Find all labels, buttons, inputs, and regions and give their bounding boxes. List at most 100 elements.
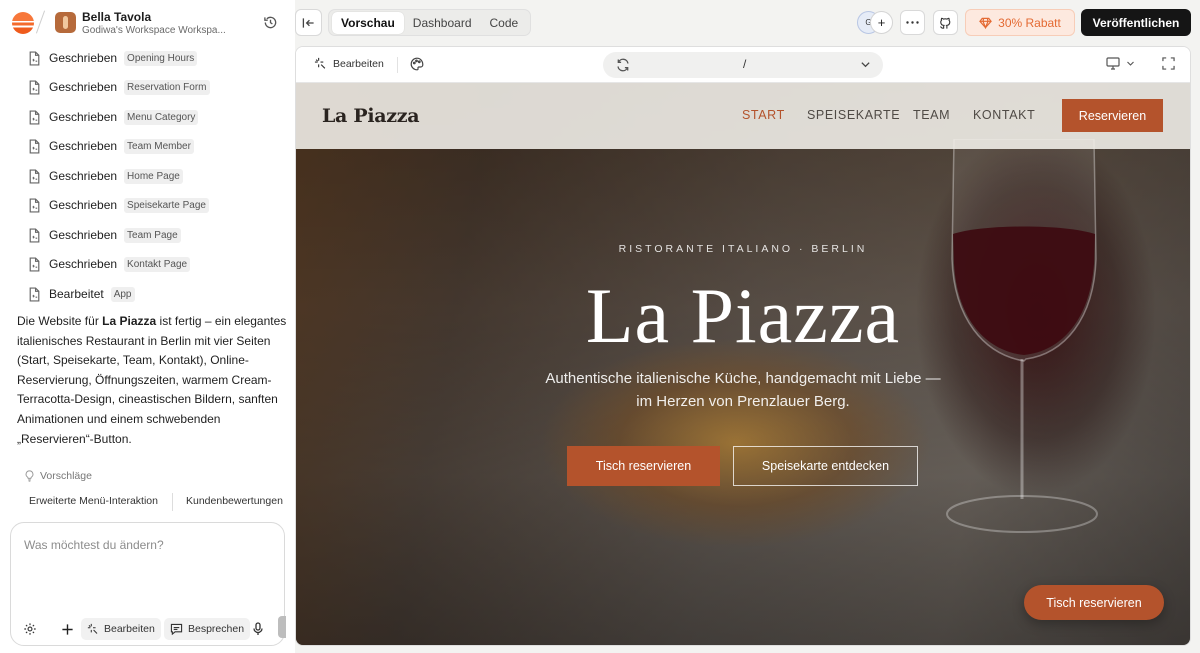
nav-kontakt[interactable]: KONTAKT bbox=[973, 108, 1035, 122]
hero-kicker: RISTORANTE ITALIANO · BERLIN bbox=[618, 243, 868, 255]
collapse-panel-button[interactable] bbox=[295, 9, 322, 36]
github-button[interactable] bbox=[933, 10, 958, 35]
file-change-item[interactable]: Geschrieben Speisekarte Page bbox=[28, 194, 209, 216]
site-navbar: La Piazza START SPEISEKARTE TEAM KONTAKT… bbox=[296, 83, 1190, 149]
project-avatar[interactable] bbox=[55, 12, 76, 33]
app-logo-icon[interactable] bbox=[12, 12, 34, 34]
nav-team[interactable]: TEAM bbox=[913, 108, 950, 122]
file-status: Bearbeitet bbox=[49, 287, 104, 301]
file-name-tag: App bbox=[110, 286, 135, 302]
divider bbox=[172, 493, 173, 511]
file-change-item[interactable]: Geschrieben Home Page bbox=[28, 165, 183, 187]
suggestion-chip[interactable]: Kundenbewertungen bbox=[186, 495, 283, 507]
tab-preview[interactable]: Vorschau bbox=[332, 11, 404, 34]
tab-dashboard[interactable]: Dashboard bbox=[404, 12, 481, 34]
file-name-tag: Team Page bbox=[124, 227, 181, 243]
breadcrumb-separator bbox=[35, 10, 46, 34]
bulb-icon bbox=[25, 470, 34, 482]
nav-start[interactable]: START bbox=[742, 108, 785, 122]
message-input[interactable] bbox=[24, 538, 264, 552]
project-title[interactable]: Bella Tavola bbox=[82, 10, 151, 24]
file-status: Geschrieben bbox=[49, 198, 118, 212]
visual-edit-button[interactable]: Bearbeiten bbox=[314, 57, 384, 70]
refresh-icon[interactable] bbox=[616, 58, 630, 72]
file-icon bbox=[29, 109, 40, 125]
edit-mode-button[interactable]: Bearbeiten bbox=[81, 618, 161, 640]
hero-title: La Piazza bbox=[585, 272, 901, 359]
gem-icon bbox=[979, 17, 992, 29]
top-bar: Vorschau Dashboard Code G + 30% Rabatt V… bbox=[295, 0, 1200, 46]
reserve-button[interactable]: Reservieren bbox=[1062, 99, 1163, 132]
file-change-item[interactable]: Geschrieben Reservation Form bbox=[28, 76, 210, 98]
send-button[interactable] bbox=[278, 616, 286, 638]
file-icon bbox=[29, 138, 40, 154]
file-change-item[interactable]: Geschrieben Kontakt Page bbox=[28, 253, 191, 275]
settings-button[interactable] bbox=[23, 618, 42, 640]
floating-reserve-button[interactable]: Tisch reservieren bbox=[1024, 585, 1164, 620]
file-status: Geschrieben bbox=[49, 228, 118, 242]
preview-frame: Bearbeiten / La Piazza START SPEISEKARTE… bbox=[295, 46, 1191, 646]
nav-speisekarte[interactable]: SPEISEKARTE bbox=[807, 108, 900, 122]
file-status: Geschrieben bbox=[49, 169, 118, 183]
suggestion-chip[interactable]: Erweiterte Menü-Interaktion bbox=[29, 495, 158, 507]
book-table-button[interactable]: Tisch reservieren bbox=[567, 446, 720, 486]
chat-panel: Bella Tavola Godiwa's Workspace Workspa.… bbox=[0, 0, 295, 653]
sparkle-icon bbox=[314, 57, 326, 69]
summary-brand: La Piazza bbox=[102, 314, 157, 328]
publish-button[interactable]: Veröffentlichen bbox=[1081, 9, 1191, 36]
collapse-panel-icon bbox=[302, 17, 314, 28]
file-change-item[interactable]: Geschrieben Team Member bbox=[28, 135, 194, 157]
collaborators[interactable]: G + bbox=[857, 11, 893, 34]
file-name-tag: Team Member bbox=[124, 138, 194, 154]
file-status: Geschrieben bbox=[49, 257, 118, 271]
chevron-down-icon[interactable] bbox=[860, 59, 871, 70]
chat-icon bbox=[170, 623, 183, 635]
settings-icon bbox=[24, 623, 36, 635]
composer: Bearbeiten Besprechen bbox=[10, 522, 286, 646]
file-icon bbox=[29, 168, 40, 184]
file-name-tag: Opening Hours bbox=[124, 50, 198, 66]
file-icon bbox=[29, 227, 40, 243]
site-brand[interactable]: La Piazza bbox=[322, 105, 420, 127]
mic-icon bbox=[253, 622, 263, 635]
file-name-tag: Reservation Form bbox=[124, 79, 210, 95]
file-name-tag: Home Page bbox=[124, 168, 183, 184]
fullscreen-icon[interactable] bbox=[1162, 57, 1175, 70]
file-change-item[interactable]: Geschrieben Menu Category bbox=[28, 106, 199, 128]
file-icon bbox=[29, 79, 40, 95]
assistant-summary: Die Website für La Piazza ist fertig – e… bbox=[17, 314, 287, 446]
invite-button[interactable]: + bbox=[870, 11, 893, 34]
github-icon bbox=[940, 17, 951, 29]
file-change-item[interactable]: Bearbeitet App bbox=[28, 283, 135, 305]
file-status: Geschrieben bbox=[49, 110, 118, 124]
file-change-item[interactable]: Geschrieben Team Page bbox=[28, 224, 181, 246]
add-button[interactable] bbox=[61, 618, 79, 640]
file-icon bbox=[29, 286, 40, 302]
url-bar[interactable]: / bbox=[603, 52, 883, 78]
explore-menu-button[interactable]: Speisekarte entdecken bbox=[733, 446, 918, 486]
tab-code[interactable]: Code bbox=[481, 12, 528, 34]
more-icon bbox=[906, 21, 919, 24]
file-change-item[interactable]: Geschrieben Opening Hours bbox=[28, 47, 198, 69]
chevron-down-icon bbox=[1127, 61, 1134, 66]
file-name-tag: Speisekarte Page bbox=[124, 197, 209, 213]
file-name-tag: Menu Category bbox=[124, 109, 199, 125]
file-icon bbox=[29, 256, 40, 272]
preview-toolbar: Bearbeiten / bbox=[296, 47, 1190, 83]
project-header: Bella Tavola Godiwa's Workspace Workspa.… bbox=[0, 0, 295, 46]
voice-input-button[interactable] bbox=[252, 618, 269, 640]
file-name-tag: Kontakt Page bbox=[124, 256, 191, 272]
file-icon bbox=[29, 197, 40, 213]
discount-button[interactable]: 30% Rabatt bbox=[965, 9, 1075, 36]
workspace-name[interactable]: Godiwa's Workspace Workspa... bbox=[82, 25, 232, 36]
discuss-mode-button[interactable]: Besprechen bbox=[164, 618, 251, 640]
palette-icon[interactable] bbox=[410, 57, 424, 71]
history-icon[interactable] bbox=[263, 15, 278, 30]
url-path[interactable]: / bbox=[743, 57, 746, 71]
monitor-icon bbox=[1106, 57, 1120, 70]
file-icon bbox=[29, 50, 40, 66]
plus-icon bbox=[62, 623, 73, 635]
more-button[interactable] bbox=[900, 10, 925, 35]
device-select[interactable] bbox=[1106, 57, 1135, 70]
file-status: Geschrieben bbox=[49, 80, 118, 94]
